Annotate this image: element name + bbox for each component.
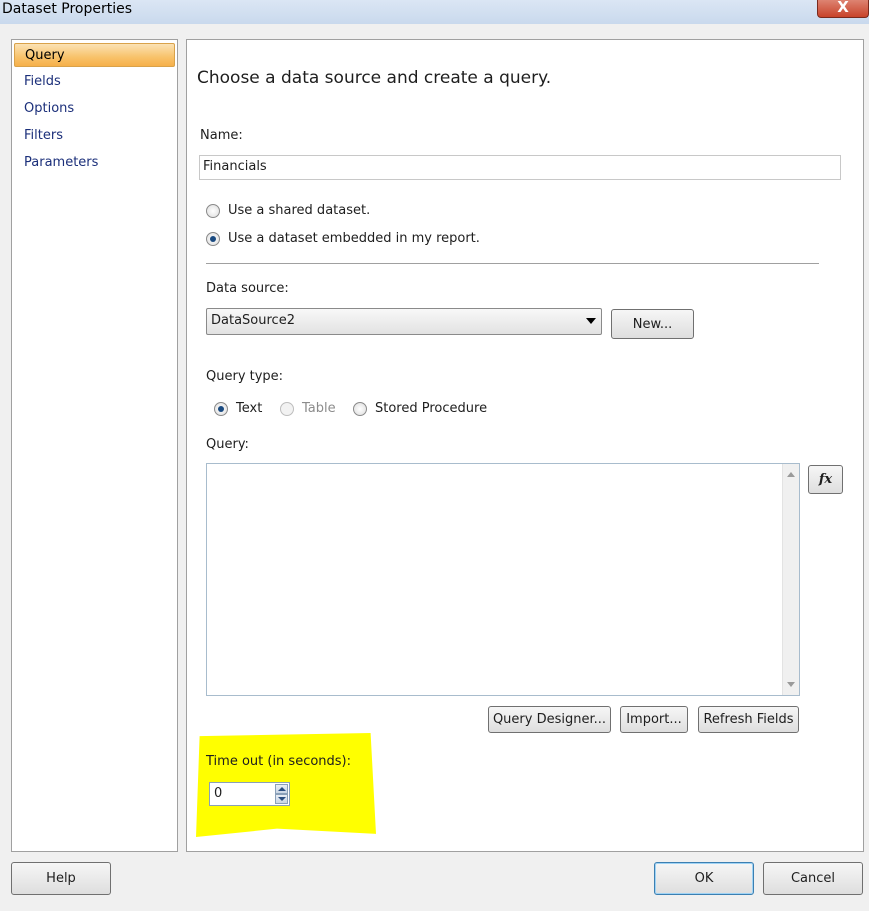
main-panel: Choose a data source and create a query.… xyxy=(186,39,864,852)
function-icon: fx xyxy=(818,472,833,487)
sidebar-item-fields[interactable]: Fields xyxy=(14,70,175,94)
sidebar-nav: Query Fields Options Filters Parameters xyxy=(11,39,178,852)
help-button[interactable]: Help xyxy=(11,862,111,895)
timeout-label: Time out (in seconds): xyxy=(206,754,352,769)
shared-dataset-option[interactable]: Use a shared dataset. xyxy=(206,203,370,218)
timeout-value: 0 xyxy=(214,786,223,801)
sidebar-item-filters[interactable]: Filters xyxy=(14,124,175,148)
data-source-label: Data source: xyxy=(206,281,289,296)
radio-icon xyxy=(353,401,367,416)
page-title: Choose a data source and create a query. xyxy=(197,68,552,88)
sidebar-item-options[interactable]: Options xyxy=(14,97,175,121)
new-data-source-button[interactable]: New... xyxy=(611,309,694,339)
embedded-dataset-option[interactable]: Use a dataset embedded in my report. xyxy=(206,231,480,246)
query-type-stored-procedure-option[interactable]: Stored Procedure xyxy=(353,401,487,416)
ok-button[interactable]: OK xyxy=(654,862,754,895)
data-source-value: DataSource2 xyxy=(211,313,295,328)
query-designer-button[interactable]: Query Designer... xyxy=(488,706,611,733)
query-type-table-option[interactable]: Table xyxy=(280,401,336,416)
cancel-button[interactable]: Cancel xyxy=(763,862,863,895)
name-label: Name: xyxy=(200,128,243,143)
query-scrollbar[interactable] xyxy=(782,464,799,695)
scroll-up-icon[interactable] xyxy=(787,472,795,477)
window-title: Dataset Properties xyxy=(2,1,133,17)
title-bar: Dataset Properties X xyxy=(0,0,869,24)
refresh-fields-button[interactable]: Refresh Fields xyxy=(698,706,799,733)
query-type-text-option[interactable]: Text xyxy=(214,401,262,416)
sidebar-item-query[interactable]: Query xyxy=(14,43,175,67)
arrow-up-icon xyxy=(278,787,286,791)
radio-icon xyxy=(280,401,294,416)
expression-button[interactable]: fx xyxy=(808,465,843,494)
timeout-stepper[interactable]: 0 xyxy=(209,782,290,806)
shared-dataset-label: Use a shared dataset. xyxy=(228,203,371,218)
query-type-label: Query type: xyxy=(206,369,284,384)
scroll-down-icon[interactable] xyxy=(787,682,795,687)
embedded-dataset-label: Use a dataset embedded in my report. xyxy=(228,231,480,246)
increment-button[interactable] xyxy=(275,784,288,794)
query-textarea[interactable] xyxy=(206,463,800,696)
query-type-text-label: Text xyxy=(236,401,263,416)
name-field[interactable]: Financials xyxy=(199,155,841,180)
radio-selected-icon xyxy=(214,401,228,416)
query-type-table-label: Table xyxy=(302,401,336,416)
chevron-down-icon xyxy=(586,318,596,324)
query-type-stored-procedure-label: Stored Procedure xyxy=(375,401,488,416)
radio-icon xyxy=(206,203,220,218)
import-button[interactable]: Import... xyxy=(620,706,688,733)
close-icon: X xyxy=(837,0,849,16)
divider xyxy=(206,263,819,264)
sidebar-item-parameters[interactable]: Parameters xyxy=(14,151,175,175)
query-label: Query: xyxy=(206,437,249,452)
close-button[interactable]: X xyxy=(817,0,869,18)
decrement-button[interactable] xyxy=(275,794,288,804)
arrow-down-icon xyxy=(278,797,286,801)
data-source-select[interactable]: DataSource2 xyxy=(206,308,602,335)
radio-selected-icon xyxy=(206,231,220,246)
